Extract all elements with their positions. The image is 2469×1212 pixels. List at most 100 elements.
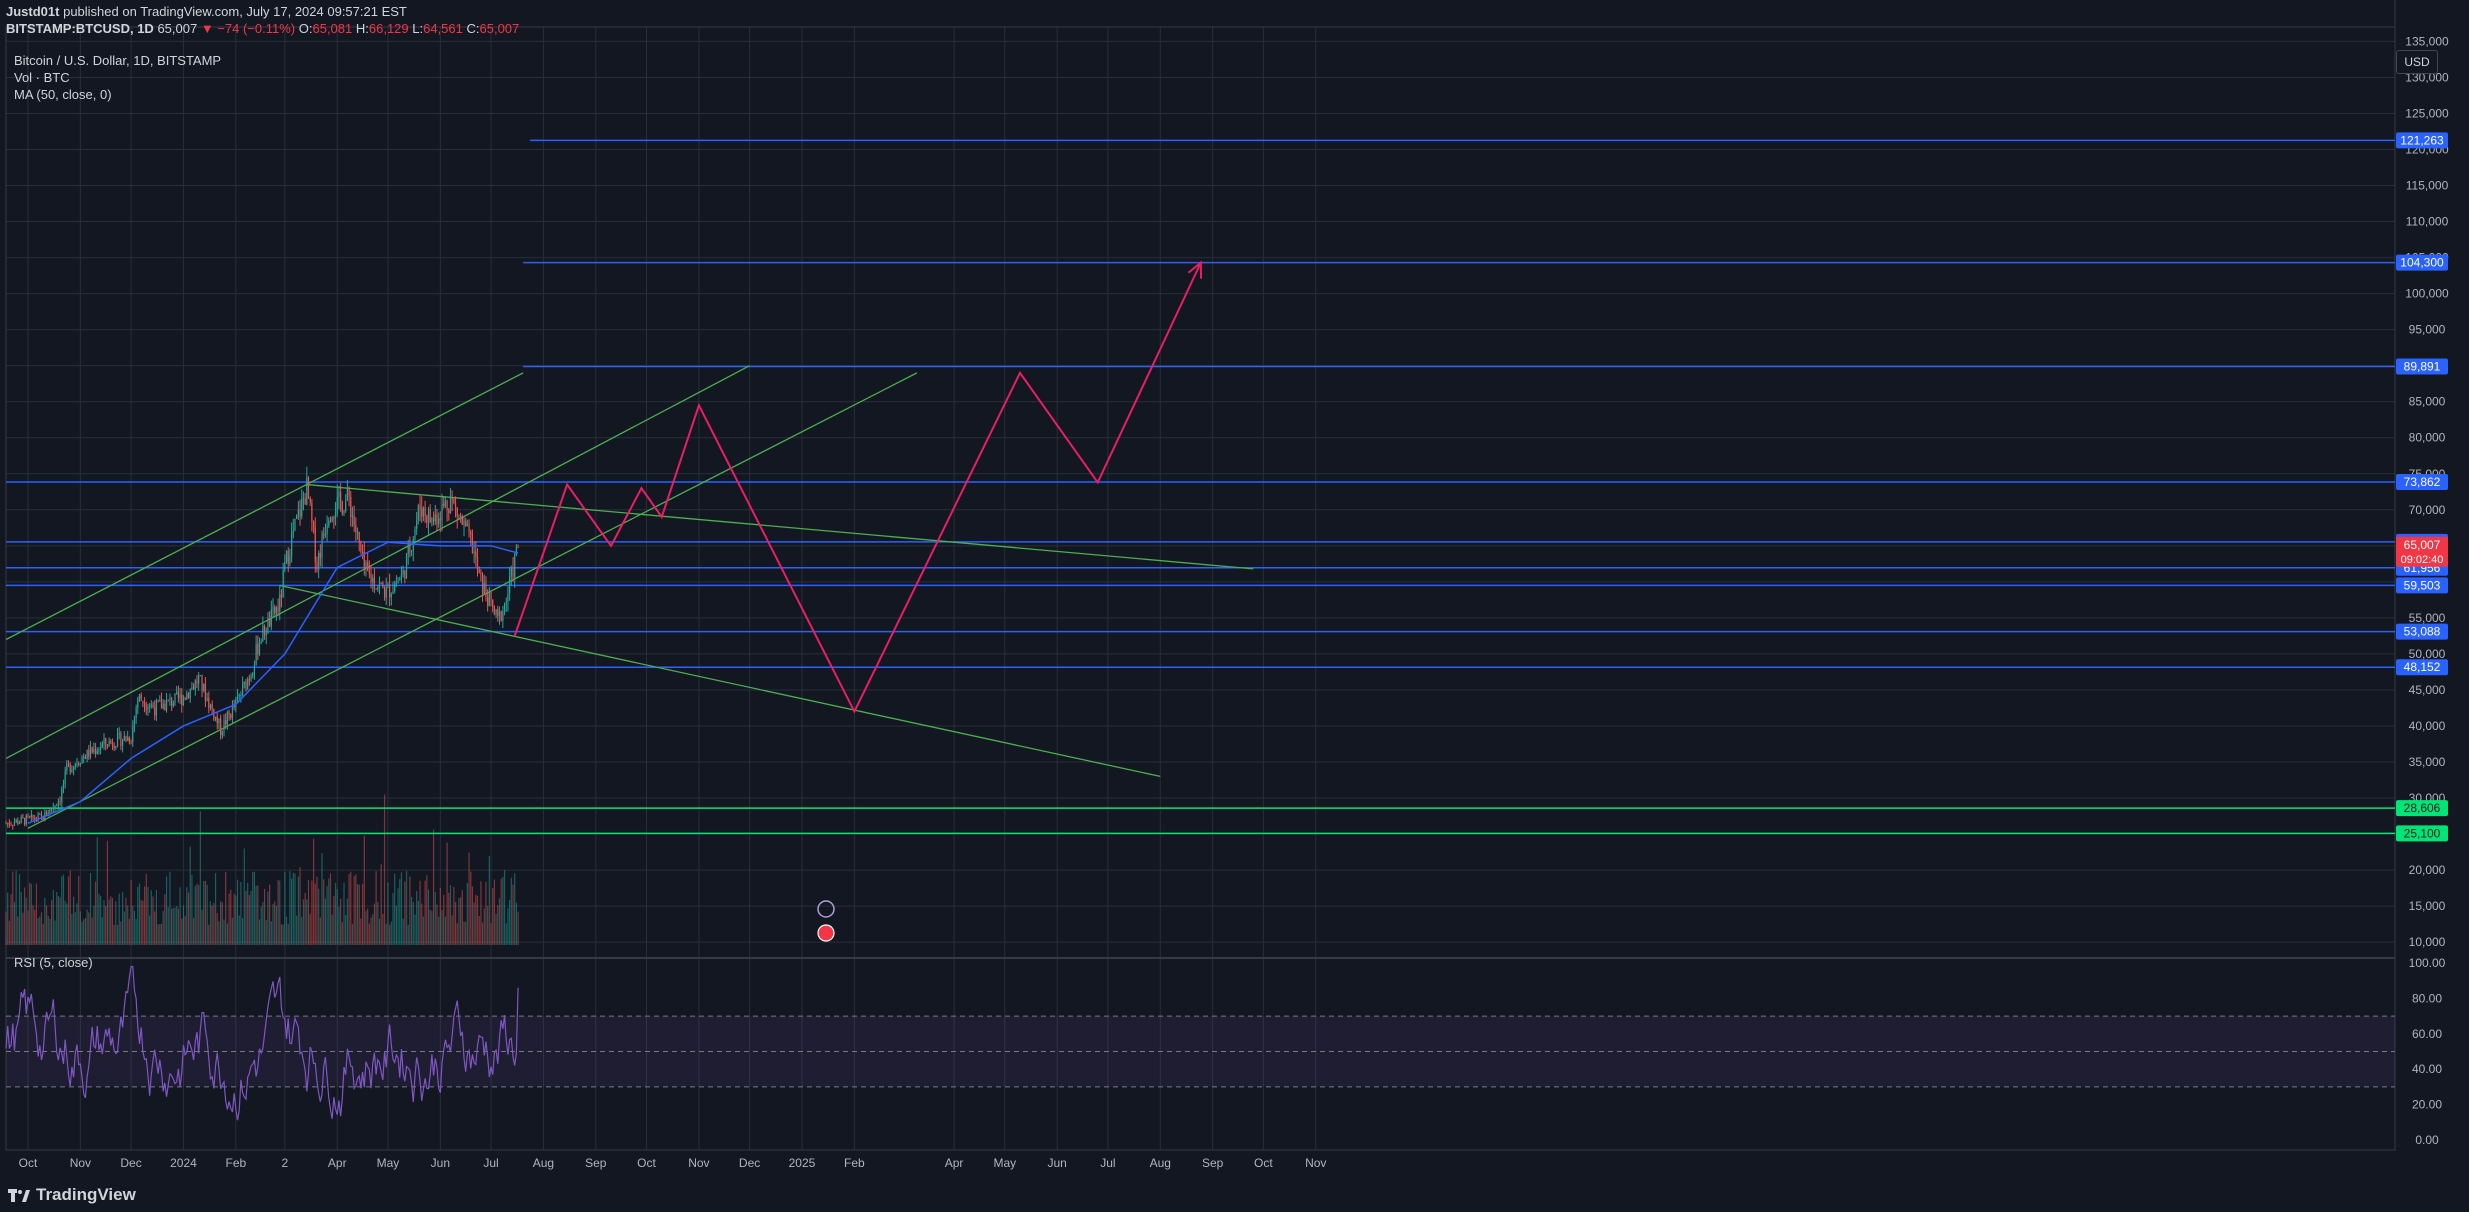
- volume-bar: [318, 888, 320, 945]
- trendlines[interactable]: [5, 365, 1254, 829]
- candle-body: [263, 625, 266, 636]
- close-label: C:: [466, 21, 480, 36]
- candle-body: [411, 550, 413, 552]
- y-tick-label: 125,000: [2405, 106, 2449, 120]
- level-label: 73,862: [2404, 475, 2441, 489]
- candle-body: [265, 633, 267, 636]
- candle-body: [105, 738, 107, 745]
- volume-bar: [387, 882, 389, 945]
- volume-bar: [108, 899, 110, 945]
- y-tick-label: 45,000: [2409, 683, 2446, 697]
- candle-body: [345, 500, 347, 512]
- volume-bar: [478, 916, 480, 945]
- volume-bar: [296, 915, 298, 945]
- volume-bar: [328, 878, 330, 945]
- candle-body: [409, 544, 411, 552]
- volume-bar: [198, 885, 200, 945]
- candle-body: [389, 584, 391, 598]
- volume-bar: [378, 918, 381, 945]
- volume-bar: [52, 889, 54, 945]
- price-labels: 121,263104,30089,89173,86265,55361,95659…: [817, 132, 2448, 942]
- currency-button[interactable]: USD: [2396, 50, 2438, 74]
- y-tick-label: 135,000: [2405, 34, 2449, 48]
- volume-bar: [270, 921, 272, 945]
- volume-bar: [353, 876, 355, 945]
- countdown-label: 09:02:40: [2401, 554, 2444, 566]
- volume-bar: [192, 918, 195, 945]
- volume-bar: [45, 905, 48, 945]
- footer-brand: TradingView: [8, 1185, 136, 1205]
- volume-bar: [7, 892, 9, 945]
- rsi-legend[interactable]: RSI (5, close): [14, 955, 93, 970]
- candle-body: [456, 507, 458, 517]
- candle-body: [110, 741, 112, 743]
- candle-body: [340, 492, 342, 502]
- volume-bar: [128, 918, 130, 945]
- candle-body: [238, 695, 240, 697]
- volume-bar: [74, 912, 76, 945]
- candle-body: [348, 488, 350, 498]
- candle-body: [86, 749, 88, 759]
- volume-bar: [436, 904, 438, 945]
- volume-bar: [505, 923, 507, 945]
- y-tick-label: 35,000: [2409, 755, 2446, 769]
- candle-body: [351, 515, 354, 518]
- volume-bar: [495, 913, 497, 945]
- volume-bar: [515, 902, 517, 945]
- level-label: 59,503: [2404, 578, 2441, 592]
- volume-bar: [257, 885, 259, 945]
- published-text: published on TradingView.com, July 17, 2…: [63, 4, 407, 19]
- volume-bar: [385, 923, 387, 945]
- rsi-tick-label: 60.00: [2412, 1027, 2442, 1041]
- candle-body: [130, 742, 132, 744]
- volume-bar: [218, 921, 220, 945]
- candle-body: [473, 551, 475, 554]
- volume-bar: [35, 883, 38, 945]
- volume-bar: [62, 874, 65, 945]
- volume-bar: [154, 911, 156, 945]
- high-value: 66,129: [368, 21, 409, 36]
- volume-bar: [260, 906, 262, 945]
- volume-bar: [358, 884, 360, 945]
- volume-bar: [517, 911, 519, 945]
- candle-body: [454, 502, 457, 508]
- candle-body: [407, 544, 409, 555]
- candle-body: [247, 679, 249, 690]
- candle-body: [333, 517, 335, 519]
- candle-body: [505, 601, 507, 603]
- legend-ma[interactable]: MA (50, close, 0): [14, 86, 221, 103]
- event-flash-icon: [817, 900, 835, 918]
- candle-body: [356, 531, 359, 533]
- candle-body: [13, 822, 16, 826]
- volume-bar: [483, 908, 485, 945]
- volume-bar: [463, 921, 465, 945]
- volume-bar: [110, 896, 112, 945]
- volume-bar: [181, 918, 183, 945]
- volume-bar: [42, 923, 44, 945]
- candle-body: [488, 592, 490, 606]
- candle-body: [297, 509, 299, 516]
- volume-bar: [421, 903, 423, 945]
- candle-body: [17, 819, 19, 824]
- legend-title[interactable]: Bitcoin / U.S. Dollar, 1D, BITSTAMP: [14, 52, 221, 69]
- volume-bar: [412, 902, 414, 945]
- y-tick-label: 55,000: [2409, 611, 2446, 625]
- volume-bar: [167, 907, 169, 945]
- legend-volume[interactable]: Vol · BTC: [14, 69, 221, 86]
- volume-bar: [250, 890, 252, 945]
- volume-bar: [191, 874, 193, 945]
- candle-body: [204, 683, 207, 701]
- candle-body: [174, 693, 176, 704]
- candle-body: [424, 507, 426, 516]
- candle-body: [240, 694, 242, 696]
- chart-canvas[interactable]: 10,00015,00020,00025,00030,00035,00040,0…: [0, 0, 2469, 1212]
- candle-body: [30, 814, 32, 818]
- volume-bar: [230, 889, 232, 945]
- horizontal-levels[interactable]: [6, 139, 2395, 835]
- volume-bar: [64, 900, 66, 945]
- candle-body: [172, 703, 174, 706]
- tradingview-logo-icon: [8, 1188, 30, 1202]
- x-tick-label: Apr: [328, 1156, 347, 1170]
- volume-bar: [94, 881, 97, 945]
- volume-bar: [147, 887, 149, 945]
